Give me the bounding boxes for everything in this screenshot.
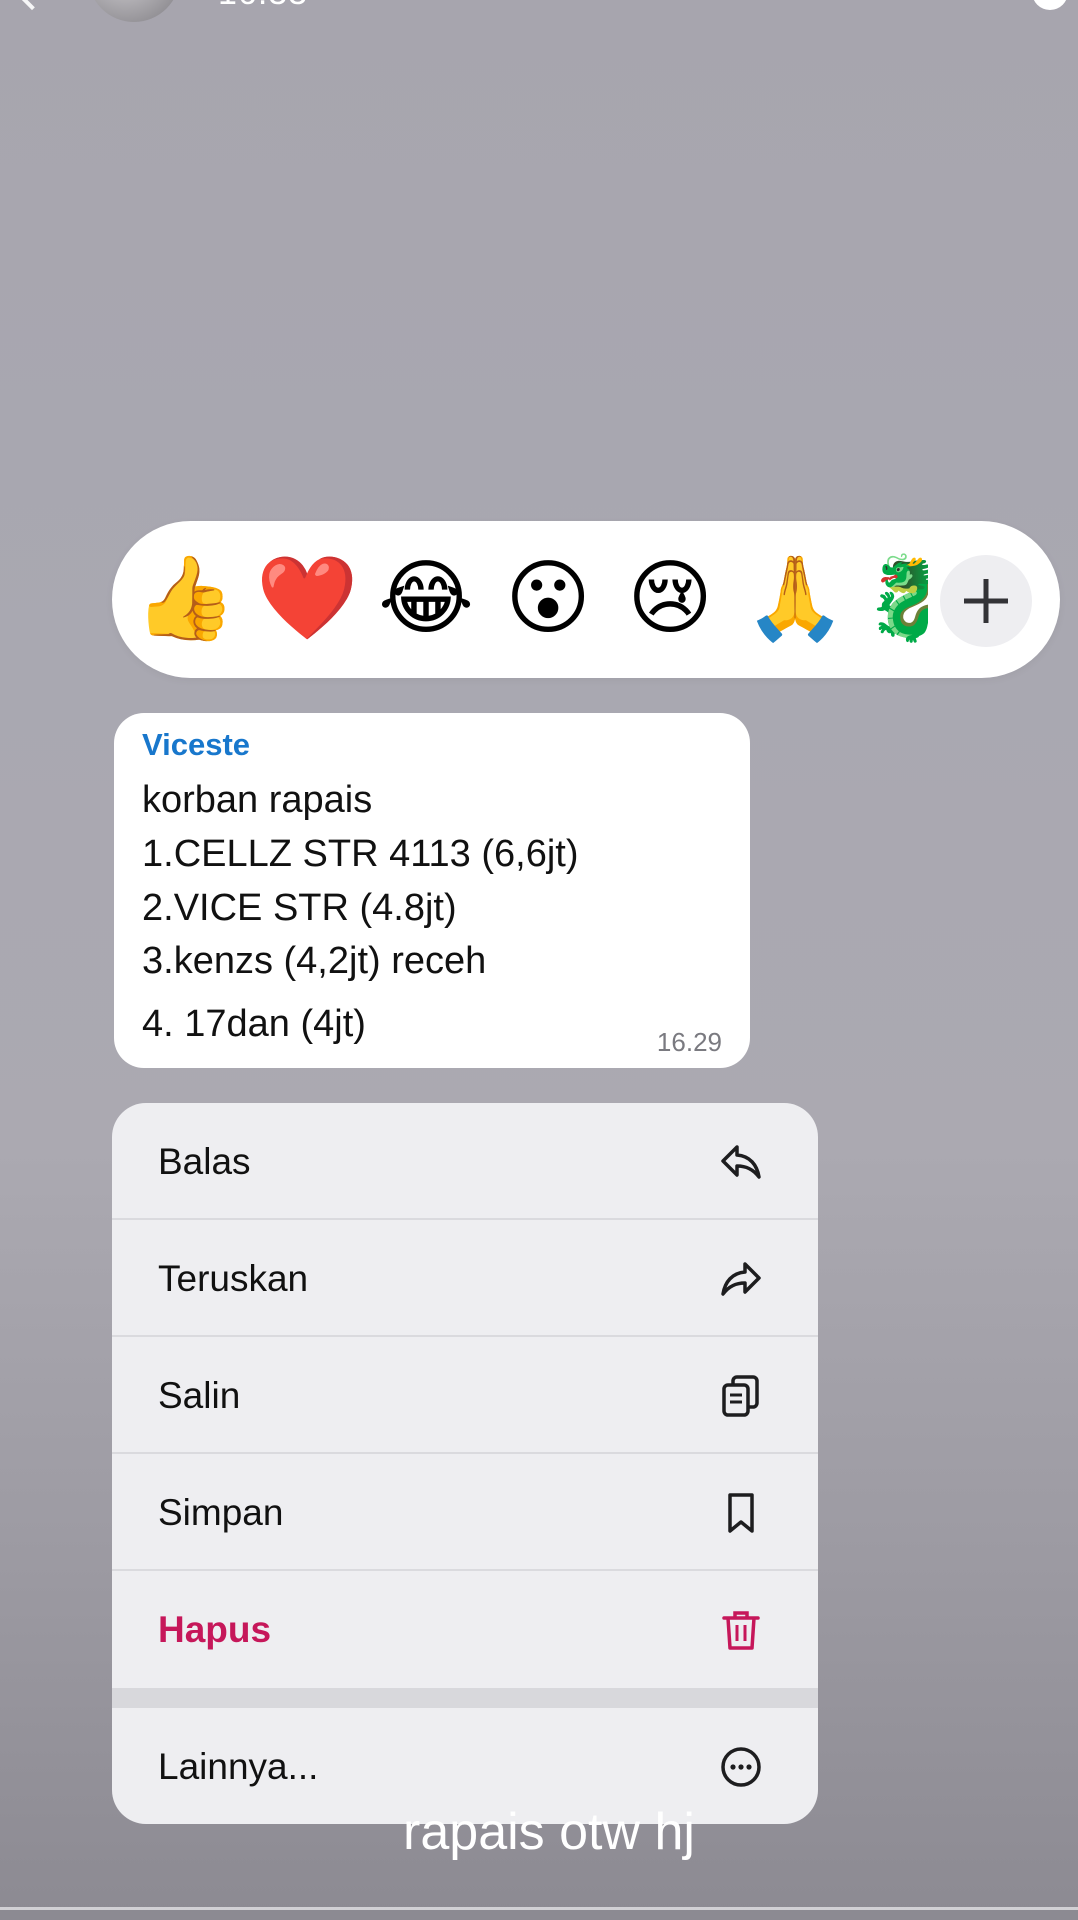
menu-item-label: Hapus — [158, 1609, 272, 1650]
message-line: korban rapais — [142, 779, 373, 821]
chevron-left-icon[interactable] — [17, 0, 47, 11]
message-bubble[interactable]: Viceste korban rapais 1.CELLZ STR 4113 (… — [114, 713, 750, 1068]
reaction-dragon[interactable]: 🐉 — [864, 551, 928, 647]
bookmark-icon — [728, 1493, 754, 1533]
menu-separator — [112, 1688, 818, 1708]
reaction-surprised[interactable]: 😮 — [500, 551, 596, 647]
message-line: 1.CELLZ STR 4113 (6,6jt) — [142, 833, 579, 875]
forward-icon — [721, 1262, 761, 1296]
message-timestamp: 16.29 — [656, 1027, 722, 1057]
message-line: 4. 17dan (4jt) — [142, 1003, 366, 1045]
reaction-pray[interactable]: 🙏 — [744, 551, 846, 647]
menu-item-label: Teruskan — [158, 1258, 309, 1299]
reaction-bar: 👍 ❤️ 😂 😮 😢 🙏 🐉 — [112, 521, 1060, 678]
chat-header: 16.33 — [0, 0, 1078, 24]
message-line: 3.kenzs (4,2jt) receh — [142, 940, 487, 982]
copy-icon — [722, 1375, 759, 1417]
message-line: 2.VICE STR (4.8jt) — [142, 887, 457, 929]
home-indicator — [0, 1907, 1078, 1910]
trash-icon — [722, 1611, 760, 1650]
menu-item-save[interactable]: Simpan — [112, 1454, 818, 1571]
menu-item-copy[interactable]: Salin — [112, 1337, 818, 1454]
menu-item-reply[interactable]: Balas — [112, 1103, 818, 1220]
reaction-heart[interactable]: ❤️ — [256, 551, 358, 647]
message-sender: Viceste — [142, 727, 251, 762]
plus-icon[interactable] — [940, 555, 1032, 647]
avatar[interactable] — [88, 0, 180, 22]
menu-item-label: Lainnya... — [158, 1746, 319, 1787]
header-action-icon[interactable] — [1032, 0, 1068, 10]
story-caption: rapais otw hj — [403, 1803, 695, 1861]
menu-item-label: Salin — [158, 1375, 241, 1416]
reaction-thumbs-up[interactable]: 👍 — [134, 551, 236, 647]
header-time: 16.33 — [218, 0, 308, 13]
reaction-laughing[interactable]: 😂 — [378, 551, 474, 647]
more-icon — [721, 1747, 761, 1787]
menu-item-forward[interactable]: Teruskan — [112, 1220, 818, 1337]
context-menu: Balas Teruskan Salin Simpan Hapus Lainny… — [112, 1103, 818, 1824]
reaction-crying[interactable]: 😢 — [622, 551, 718, 647]
menu-item-delete[interactable]: Hapus — [112, 1571, 818, 1688]
menu-item-label: Balas — [158, 1141, 251, 1182]
reply-icon — [721, 1145, 761, 1179]
menu-item-label: Simpan — [158, 1492, 284, 1533]
